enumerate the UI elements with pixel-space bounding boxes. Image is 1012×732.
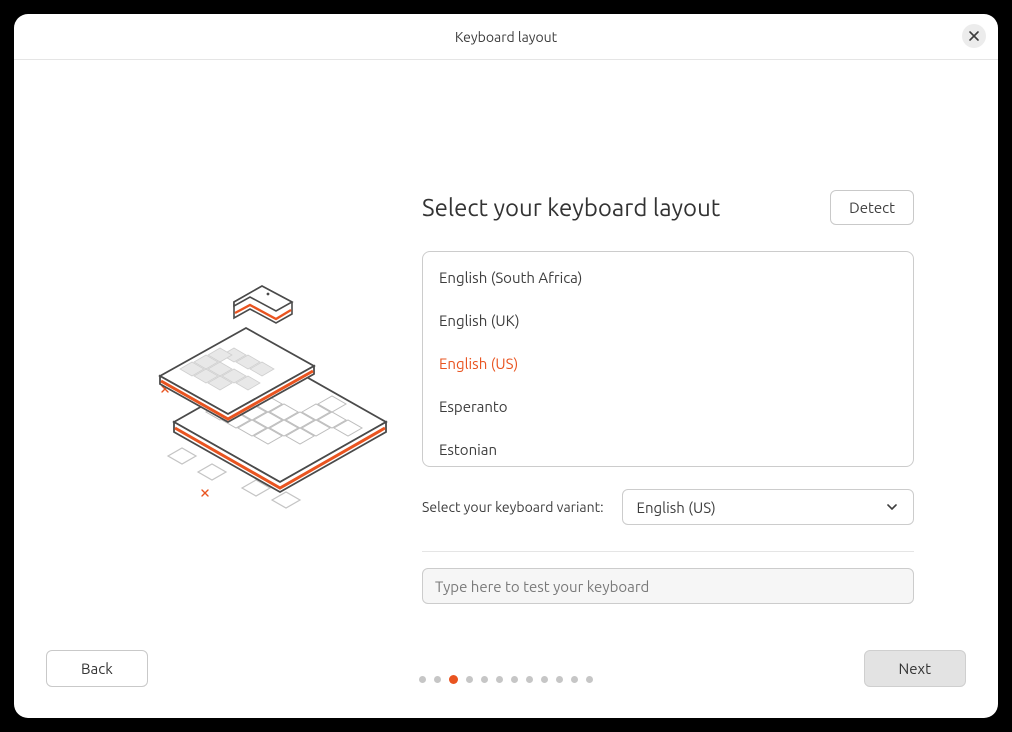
progress-dot bbox=[434, 676, 441, 683]
variant-dropdown[interactable]: English (US) bbox=[622, 489, 914, 525]
variant-selected-value: English (US) bbox=[637, 499, 716, 516]
heading-row: Select your keyboard layout Detect bbox=[422, 190, 914, 225]
keyboard-test-input[interactable] bbox=[422, 568, 914, 604]
progress-dot bbox=[556, 676, 563, 683]
layout-item[interactable]: Estonian bbox=[423, 428, 913, 467]
close-icon bbox=[968, 30, 980, 42]
progress-dot bbox=[481, 676, 488, 683]
progress-dot bbox=[511, 676, 518, 683]
layout-item[interactable]: English (UK) bbox=[423, 299, 913, 342]
layout-item[interactable]: Esperanto bbox=[423, 385, 913, 428]
variant-row: Select your keyboard variant: English (U… bbox=[422, 489, 914, 525]
form-pane: Select your keyboard layout Detect Engli… bbox=[422, 60, 914, 604]
footer: Back Next bbox=[14, 636, 998, 718]
progress-dot-active bbox=[449, 675, 458, 684]
progress-dots bbox=[419, 676, 593, 684]
progress-dot bbox=[526, 676, 533, 683]
close-button[interactable] bbox=[962, 24, 986, 48]
page-heading: Select your keyboard layout bbox=[422, 194, 720, 221]
layout-item[interactable]: English (South Africa) bbox=[423, 256, 913, 299]
content-body: Select your keyboard layout Detect Engli… bbox=[14, 60, 998, 636]
detect-button[interactable]: Detect bbox=[830, 190, 914, 225]
progress-dot bbox=[419, 676, 426, 683]
window-title: Keyboard layout bbox=[455, 29, 557, 45]
progress-dot bbox=[496, 676, 503, 683]
keyboard-illustration-icon bbox=[142, 260, 402, 520]
divider bbox=[422, 551, 914, 552]
window-header: Keyboard layout bbox=[14, 14, 998, 60]
chevron-down-icon bbox=[885, 500, 899, 514]
progress-dot bbox=[466, 676, 473, 683]
installer-window: Keyboard layout bbox=[14, 14, 998, 718]
variant-label: Select your keyboard variant: bbox=[422, 499, 604, 515]
illustration-pane bbox=[122, 60, 422, 520]
back-button[interactable]: Back bbox=[46, 650, 148, 687]
layout-listbox[interactable]: English (South Africa) English (UK) Engl… bbox=[422, 251, 914, 467]
progress-dot bbox=[571, 676, 578, 683]
progress-dot bbox=[541, 676, 548, 683]
next-button[interactable]: Next bbox=[864, 650, 966, 687]
progress-dot bbox=[586, 676, 593, 683]
layout-item-selected[interactable]: English (US) bbox=[423, 342, 913, 385]
